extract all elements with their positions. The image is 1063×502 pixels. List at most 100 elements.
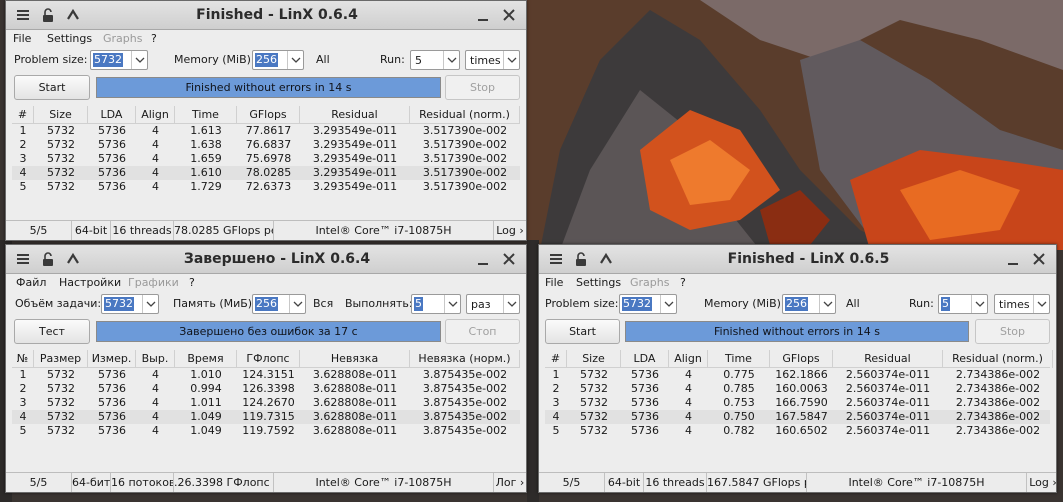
unlock-icon[interactable] — [570, 248, 592, 270]
column-header[interactable]: ГФлопс — [237, 350, 300, 368]
table-row[interactable]: 1 5732 5736 4 1.010 124.3151 3.628808e-011 3.87… — [12, 368, 520, 382]
all-button[interactable]: All — [846, 297, 860, 310]
menu-icon[interactable] — [545, 248, 567, 270]
menu-settings[interactable]: Настройки — [59, 276, 121, 289]
column-header[interactable]: Время — [175, 350, 237, 368]
stop-button[interactable]: Stop — [975, 319, 1050, 344]
minimize-icon[interactable] — [472, 4, 494, 26]
table-cell: 4 — [19, 410, 27, 423]
column-header[interactable]: # — [12, 106, 34, 124]
column-header[interactable]: № — [12, 350, 34, 368]
start-button[interactable]: Start — [545, 319, 620, 344]
column-header[interactable]: Time — [708, 350, 770, 368]
table-row[interactable]: 2 5732 5736 4 0.785 160.0063 2.560374e-011 2.73… — [545, 382, 1050, 396]
column-header[interactable]: GFlops — [237, 106, 300, 124]
menu-help[interactable]: ? — [151, 32, 157, 45]
table-row[interactable]: 4 5732 5736 4 1.049 119.7315 3.628808e-011 3.87… — [12, 410, 520, 424]
menu-file[interactable]: File — [545, 276, 563, 289]
table-row[interactable]: 4 5732 5736 4 1.610 78.0285 3.293549e-011 3.517… — [12, 166, 520, 180]
table-row[interactable]: 3 5732 5736 4 0.753 166.7590 2.560374e-011 2.73… — [545, 396, 1050, 410]
times-combo[interactable]: times — [994, 294, 1050, 314]
table-row[interactable]: 3 5732 5736 4 1.659 75.6978 3.293549e-011 3.517… — [12, 152, 520, 166]
stop-button[interactable]: Stop — [445, 75, 520, 100]
unlock-icon[interactable] — [37, 248, 59, 270]
memory-combo[interactable]: 256 — [782, 294, 836, 314]
menu-bar: Файл Настройки Графики ? — [6, 274, 526, 292]
table-row[interactable]: 5 5732 5736 4 1.729 72.6373 3.293549e-011 3.517… — [12, 180, 520, 194]
log-button[interactable]: Лог › — [494, 473, 526, 492]
column-header[interactable]: Align — [669, 350, 708, 368]
menu-settings[interactable]: Settings — [47, 32, 92, 45]
table-cell: 5736 — [631, 396, 659, 409]
table-row[interactable]: 1 5732 5736 4 0.775 162.1866 2.560374e-011 2.73… — [545, 368, 1050, 382]
close-icon[interactable] — [1028, 248, 1050, 270]
column-header[interactable]: # — [545, 350, 567, 368]
problem-size-combo[interactable]: 5732 — [101, 294, 159, 314]
run-count-spinner[interactable]: 5 — [938, 294, 988, 314]
start-button[interactable]: Тест — [14, 319, 90, 344]
run-count-spinner[interactable]: 5 — [410, 50, 460, 70]
column-header[interactable]: LDA — [88, 106, 136, 124]
menu-graphs[interactable]: Graphs — [630, 276, 669, 289]
close-icon[interactable] — [498, 4, 520, 26]
table-cell: 2.560374e-011 — [845, 368, 931, 381]
run-count-spinner[interactable]: 5 — [411, 294, 461, 314]
table-row[interactable]: 2 5732 5736 4 1.638 76.6837 3.293549e-011 3.517… — [12, 138, 520, 152]
table-row[interactable]: 4 5732 5736 4 0.750 167.5847 2.560374e-011 2.73… — [545, 410, 1050, 424]
column-header[interactable]: Измер. — [88, 350, 136, 368]
column-header[interactable]: Невязка (норм.) — [410, 350, 520, 368]
log-button[interactable]: Log › — [1027, 473, 1056, 492]
times-combo[interactable]: раз — [466, 294, 520, 314]
column-header[interactable]: GFlops — [770, 350, 833, 368]
log-button[interactable]: Log › — [494, 221, 526, 240]
close-icon[interactable] — [498, 248, 520, 270]
column-header[interactable]: Size — [567, 350, 621, 368]
menu-icon[interactable] — [12, 248, 34, 270]
chevron-up-icon[interactable] — [62, 4, 84, 26]
column-header[interactable]: Residual (norm.) — [943, 350, 1053, 368]
table-row[interactable]: 5 5732 5736 4 1.049 119.7592 3.628808e-011 3.87… — [12, 424, 520, 438]
chevron-up-icon[interactable] — [595, 248, 617, 270]
all-button[interactable]: All — [316, 53, 330, 66]
column-header[interactable]: Residual — [300, 106, 410, 124]
memory-label: Memory (MiB): — [704, 297, 785, 310]
menu-file[interactable]: File — [13, 32, 31, 45]
table-cell: 3.293549e-011 — [312, 166, 398, 179]
chevron-up-icon[interactable] — [62, 248, 84, 270]
progress-bar: Завершено без ошибок за 17 с — [96, 321, 441, 342]
menu-bar: File Settings Graphs ? — [6, 30, 526, 48]
table-row[interactable]: 3 5732 5736 4 1.011 124.2670 3.628808e-011 3.87… — [12, 396, 520, 410]
column-header[interactable]: Size — [34, 106, 88, 124]
unlock-icon[interactable] — [37, 4, 59, 26]
column-header[interactable]: Невязка — [300, 350, 410, 368]
minimize-icon[interactable] — [1002, 248, 1024, 270]
column-header[interactable]: Размер — [34, 350, 88, 368]
column-header[interactable]: LDA — [621, 350, 669, 368]
problem-size-combo[interactable]: 5732 — [619, 294, 677, 314]
memory-combo[interactable]: 256 — [252, 50, 304, 70]
table-row[interactable]: 5 5732 5736 4 0.782 160.6502 2.560374e-011 2.73… — [545, 424, 1050, 438]
start-button[interactable]: Start — [14, 75, 90, 100]
menu-file[interactable]: Файл — [16, 276, 46, 289]
column-header[interactable]: Residual — [833, 350, 943, 368]
minimize-icon[interactable] — [472, 248, 494, 270]
menu-graphs[interactable]: Graphs — [103, 32, 142, 45]
menu-help[interactable]: ? — [680, 276, 686, 289]
column-header[interactable]: Residual (norm.) — [410, 106, 520, 124]
table-row[interactable]: 1 5732 5736 4 1.613 77.8617 3.293549e-011 3.517… — [12, 124, 520, 138]
menu-icon[interactable] — [12, 4, 34, 26]
column-header[interactable]: Выр. — [136, 350, 175, 368]
problem-size-combo[interactable]: 5732 — [90, 50, 148, 70]
column-header[interactable]: Time — [175, 106, 237, 124]
column-header[interactable]: Align — [136, 106, 175, 124]
table-row[interactable]: 2 5732 5736 4 0.994 126.3398 3.628808e-011 3.87… — [12, 382, 520, 396]
times-combo[interactable]: times — [465, 50, 520, 70]
memory-combo[interactable]: 256 — [252, 294, 306, 314]
menu-settings[interactable]: Settings — [576, 276, 621, 289]
chevron-down-icon — [131, 51, 147, 69]
all-button[interactable]: Вся — [313, 297, 333, 310]
menu-help[interactable]: ? — [189, 276, 195, 289]
menu-graphs[interactable]: Графики — [128, 276, 179, 289]
stop-button[interactable]: Стоп — [445, 319, 520, 344]
chevron-down-icon — [142, 295, 158, 313]
